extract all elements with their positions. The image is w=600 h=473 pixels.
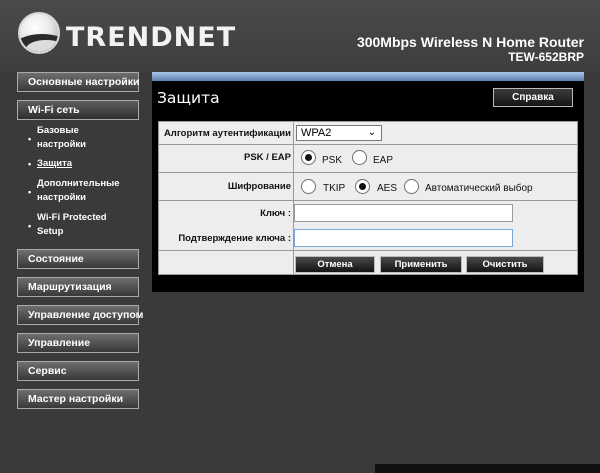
auth-select-value: WPA2	[301, 127, 332, 139]
row-divider	[159, 172, 577, 173]
sidebar-item-tools[interactable]: Сервис	[17, 361, 139, 381]
footer-strip	[375, 464, 600, 473]
trendnet-logo-icon	[18, 12, 60, 54]
psk-radio[interactable]	[301, 150, 316, 165]
main-panel: Защита Справка Алгоритм аутентификации W…	[152, 72, 584, 292]
page-title: Защита	[157, 89, 220, 107]
sidebar-sub-label: Setup	[37, 226, 64, 237]
sidebar-sub-label: Защита	[37, 158, 73, 169]
tkip-radio[interactable]	[301, 179, 316, 194]
aes-option-label: AES	[377, 183, 398, 194]
eap-option-label: EAP	[373, 155, 394, 166]
psk-eap-label: PSK / EAP	[244, 152, 291, 163]
confirm-key-input[interactable]	[294, 229, 513, 247]
sidebar-item-wifi[interactable]: Wi-Fi сеть	[17, 100, 139, 120]
sidebar-sub-label: настройки	[37, 139, 86, 150]
sidebar-sub-label: настройки	[37, 192, 86, 203]
sidebar-item-basic-settings[interactable]: Основные настройки	[17, 72, 139, 92]
cipher-label: Шифрование	[227, 181, 291, 192]
auto-option-label: Автоматический выбор	[425, 183, 533, 194]
aes-radio[interactable]	[355, 179, 370, 194]
cancel-button[interactable]: Отмена	[295, 256, 375, 273]
auth-label: Алгоритм аутентификации	[163, 128, 291, 139]
sidebar-sub-label: Wi-Fi Protected	[37, 212, 107, 223]
sidebar-sub-label: Базовые	[37, 125, 79, 136]
sidebar-item-access-control[interactable]: Управление доступом	[17, 305, 143, 325]
panel-accent-bar	[152, 72, 584, 81]
clear-button[interactable]: Очистить	[466, 256, 544, 273]
sidebar-item-status[interactable]: Состояние	[17, 249, 139, 269]
apply-button[interactable]: Применить	[380, 256, 462, 273]
help-button[interactable]: Справка	[493, 88, 573, 107]
row-divider	[159, 250, 577, 251]
chevron-down-icon: ⌄	[367, 127, 376, 138]
auto-radio[interactable]	[404, 179, 419, 194]
header: TRENDNET 300Mbps Wireless N Home Router …	[0, 0, 600, 72]
row-divider	[159, 200, 577, 201]
sidebar-sub-label: Дополнительные	[37, 178, 120, 189]
eap-radio[interactable]	[352, 150, 367, 165]
bullet-icon: •	[28, 187, 32, 197]
sidebar-item-wizard[interactable]: Мастер настройки	[17, 389, 139, 409]
product-title: 300Mbps Wireless N Home Router	[356, 34, 584, 50]
bullet-icon: •	[28, 221, 32, 231]
brand-logo-text: TRENDNET	[66, 22, 237, 53]
security-form: Алгоритм аутентификации WPA2 ⌄ PSK / EAP…	[158, 121, 578, 275]
tkip-option-label: TKIP	[323, 183, 346, 194]
bullet-icon: •	[28, 159, 32, 169]
row-divider	[159, 144, 577, 145]
confirm-key-label: Подтверждение ключа :	[178, 233, 291, 244]
psk-option-label: PSK	[322, 155, 343, 166]
key-label: Ключ :	[260, 208, 291, 219]
model-number: TEW-652BRP	[508, 50, 584, 64]
sidebar-item-management[interactable]: Управление	[17, 333, 139, 353]
key-input[interactable]	[294, 204, 513, 222]
bullet-icon: •	[28, 134, 32, 144]
sidebar-item-routing[interactable]: Маршрутизация	[17, 277, 139, 297]
auth-select[interactable]: WPA2 ⌄	[296, 125, 382, 141]
